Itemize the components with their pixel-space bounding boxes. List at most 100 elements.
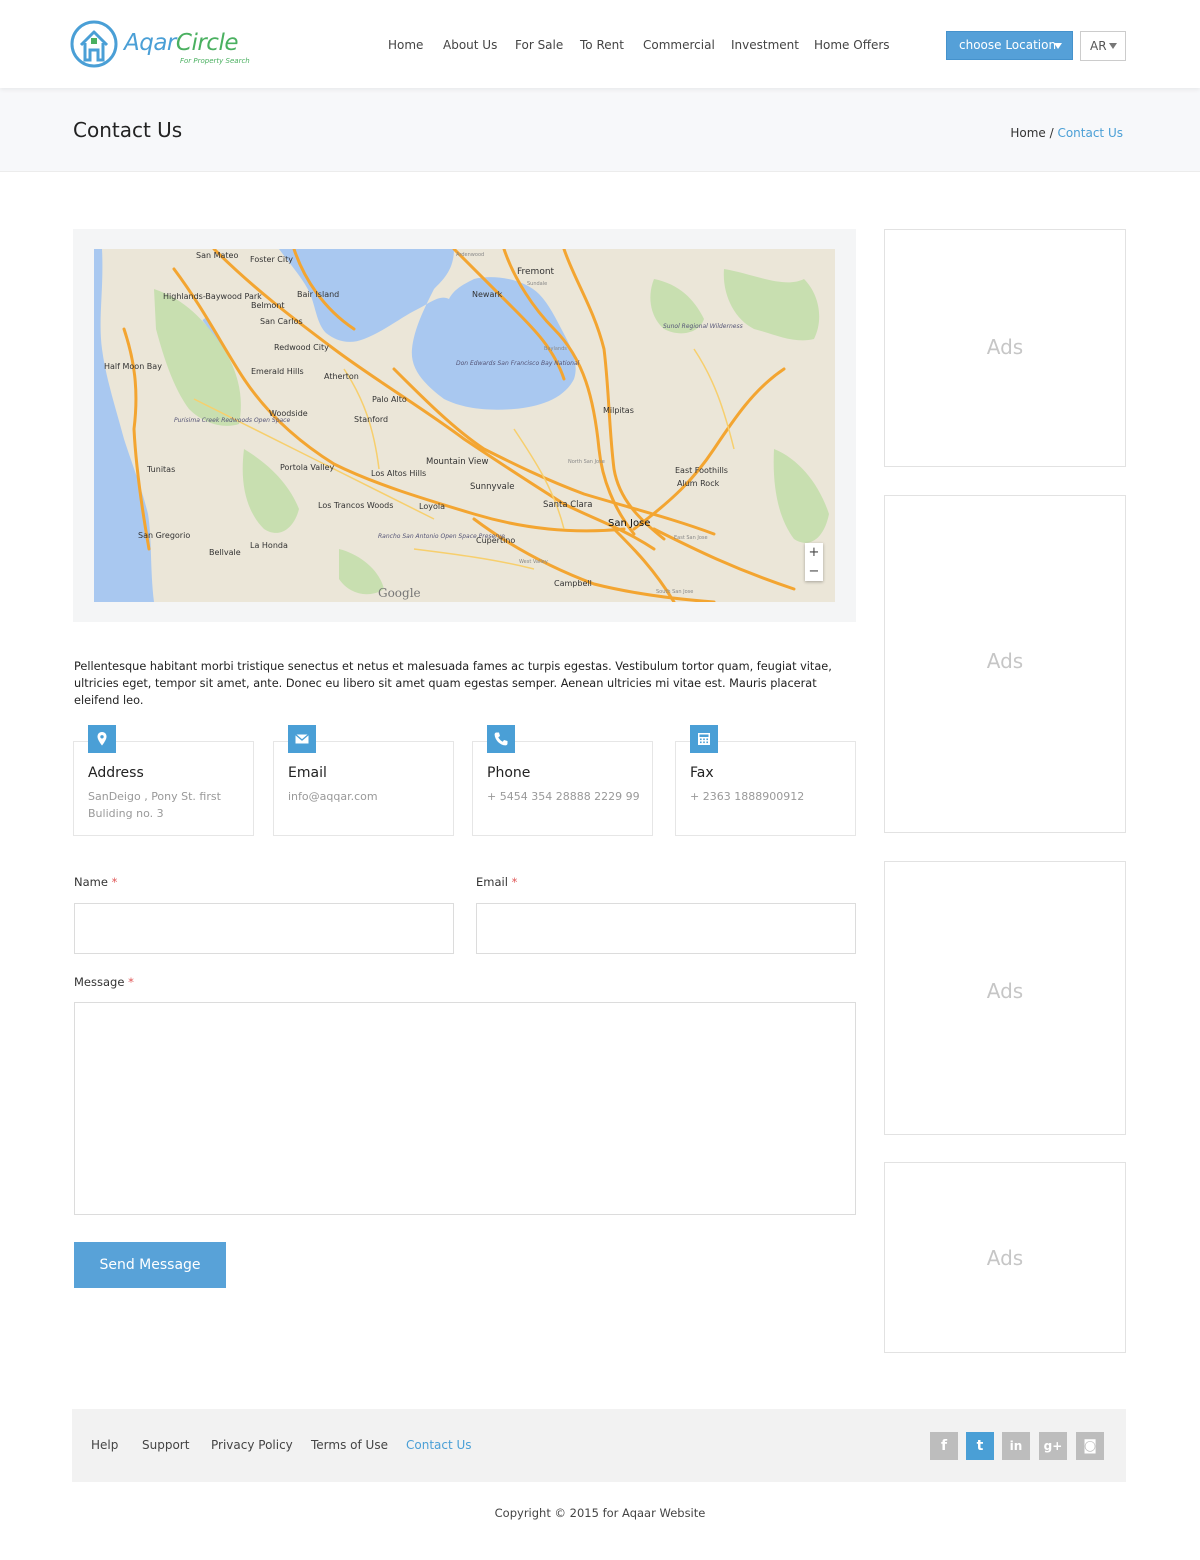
contact-card-title: Address xyxy=(88,765,144,781)
zoom-in-button[interactable]: + xyxy=(805,543,823,562)
email-input[interactable] xyxy=(476,903,856,954)
contact-card-value[interactable]: info@aqqar.com xyxy=(288,788,378,805)
nav-investment[interactable]: Investment xyxy=(731,38,799,52)
ad-label: Ads xyxy=(986,649,1024,673)
map-label: Sundale xyxy=(527,281,547,287)
caret-down-icon xyxy=(1054,43,1062,49)
map-attribution: Google xyxy=(378,586,421,600)
nav-home-offers[interactable]: Home Offers xyxy=(814,38,890,52)
map-label: Half Moon Bay xyxy=(104,362,162,371)
map[interactable]: San Mateo Foster City Fremont Newark Bai… xyxy=(94,249,835,602)
contact-card-email: Email info@aqqar.com xyxy=(273,725,454,836)
map-label: Atherton xyxy=(324,372,359,381)
nav-commercial[interactable]: Commercial xyxy=(643,38,715,52)
contact-card-phone: Phone + 5454 354 28888 2229 99 xyxy=(472,725,653,836)
map-label: East Foothills xyxy=(675,466,728,475)
footer-link-support[interactable]: Support xyxy=(142,1438,189,1452)
nav-for-sale[interactable]: For Sale xyxy=(515,38,563,52)
ad-slot-3[interactable]: Ads xyxy=(884,861,1126,1135)
footer-link-contact-us[interactable]: Contact Us xyxy=(406,1438,472,1452)
send-message-button[interactable]: Send Message xyxy=(74,1242,226,1288)
contact-card-address: Address SanDeigo , Pony St. first Bulidin… xyxy=(73,725,254,836)
nav-to-rent[interactable]: To Rent xyxy=(580,38,624,52)
map-label: Los Altos Hills xyxy=(371,469,426,478)
brand-tagline: For Property Search xyxy=(180,57,250,65)
contact-card-value: + 5454 354 28888 2229 99 xyxy=(487,790,640,803)
nav-about-us[interactable]: About Us xyxy=(443,38,497,52)
email-label: Email * xyxy=(476,875,518,889)
map-label: Sunol Regional Wilderness xyxy=(663,323,743,330)
language-value: AR xyxy=(1090,39,1107,53)
map-label: La Honda xyxy=(250,541,288,550)
map-label: Alum Rock xyxy=(677,479,720,488)
contact-card-title: Phone xyxy=(487,765,531,781)
nav-home[interactable]: Home xyxy=(388,38,423,52)
breadcrumb-separator: / xyxy=(1045,126,1058,140)
contact-card-value: SanDeigo , Pony St. first Buliding no. 3 xyxy=(88,790,221,820)
facebook-icon[interactable]: f xyxy=(930,1432,958,1460)
map-canvas: San Mateo Foster City Fremont Newark Bai… xyxy=(94,249,835,602)
map-label: Portola Valley xyxy=(280,463,335,472)
message-label: Message * xyxy=(74,975,134,989)
linkedin-icon[interactable]: in xyxy=(1002,1432,1030,1460)
map-label: East San Jose xyxy=(674,535,708,541)
page-title: Contact Us xyxy=(73,118,183,142)
brand-logo[interactable]: AqarCircle For Property Search xyxy=(70,20,250,70)
map-label: Milpitas xyxy=(603,406,634,415)
footer-link-terms-of-use[interactable]: Terms of Use xyxy=(311,1438,388,1452)
ad-label: Ads xyxy=(986,979,1024,1003)
map-label: Redwood City xyxy=(274,343,329,352)
map-label: North San Jose xyxy=(568,459,605,465)
map-label: Baylands xyxy=(544,346,567,352)
message-textarea[interactable] xyxy=(74,1002,856,1215)
contact-card-title: Email xyxy=(288,765,327,781)
map-label: Emerald Hills xyxy=(251,367,304,376)
ad-label: Ads xyxy=(986,335,1024,359)
house-circle-icon xyxy=(70,20,118,68)
choose-location-label: choose Location xyxy=(959,38,1057,52)
twitter-icon[interactable]: t xyxy=(966,1432,994,1460)
site-footer: Help Support Privacy Policy Terms of Use… xyxy=(72,1409,1126,1482)
map-label: Bair Island xyxy=(297,290,339,299)
map-label: Newark xyxy=(472,290,503,299)
ad-slot-4[interactable]: Ads xyxy=(884,1162,1126,1353)
name-label: Name * xyxy=(74,875,118,889)
instagram-icon[interactable]: ◙ xyxy=(1076,1432,1104,1460)
envelope-icon xyxy=(288,725,316,753)
footer-link-privacy-policy[interactable]: Privacy Policy xyxy=(211,1438,293,1452)
zoom-out-button[interactable]: − xyxy=(805,562,823,581)
page-title-bar: Contact Us Home / Contact Us xyxy=(0,88,1200,172)
contact-card-title: Fax xyxy=(690,765,714,781)
breadcrumb: Home / Contact Us xyxy=(1010,126,1123,140)
map-label: Highlands-Baywood Park xyxy=(163,292,262,301)
brand-name: AqarCircle xyxy=(124,30,238,56)
phone-icon xyxy=(487,725,515,753)
map-label: West Valley xyxy=(519,559,548,565)
map-zoom-control: + − xyxy=(805,543,823,581)
map-label: San Carlos xyxy=(260,317,303,326)
ad-slot-2[interactable]: Ads xyxy=(884,495,1126,833)
copyright-text: Copyright © 2015 for Aqaar Website xyxy=(494,1506,706,1520)
footer-link-help[interactable]: Help xyxy=(91,1438,118,1452)
breadcrumb-home[interactable]: Home xyxy=(1010,126,1045,140)
map-label: Santa Clara xyxy=(543,500,592,510)
map-label: San Jose xyxy=(608,518,650,529)
google-plus-icon[interactable]: g+ xyxy=(1039,1432,1067,1460)
map-label: Palo Alto xyxy=(372,395,407,404)
map-label: Fremont xyxy=(517,267,555,277)
ad-label: Ads xyxy=(986,1246,1024,1270)
choose-location-button[interactable]: choose Location xyxy=(946,31,1073,60)
map-label: San Gregorio xyxy=(138,531,190,540)
map-label: Los Trancos Woods xyxy=(318,501,393,510)
name-input[interactable] xyxy=(74,903,454,954)
map-label: Campbell xyxy=(554,579,592,588)
ad-slot-1[interactable]: Ads xyxy=(884,229,1126,467)
map-label: Stanford xyxy=(354,415,388,424)
intro-paragraph: Pellentesque habitant morbi tristique se… xyxy=(74,660,832,707)
language-select[interactable]: AR xyxy=(1080,31,1126,61)
map-label: South San Jose xyxy=(656,589,693,595)
caret-down-icon xyxy=(1109,43,1117,49)
contact-card-value: + 2363 1888900912 xyxy=(690,790,805,803)
map-label: Bellvale xyxy=(209,548,241,557)
map-label: Purisima Creek Redwoods Open Space xyxy=(174,417,290,424)
